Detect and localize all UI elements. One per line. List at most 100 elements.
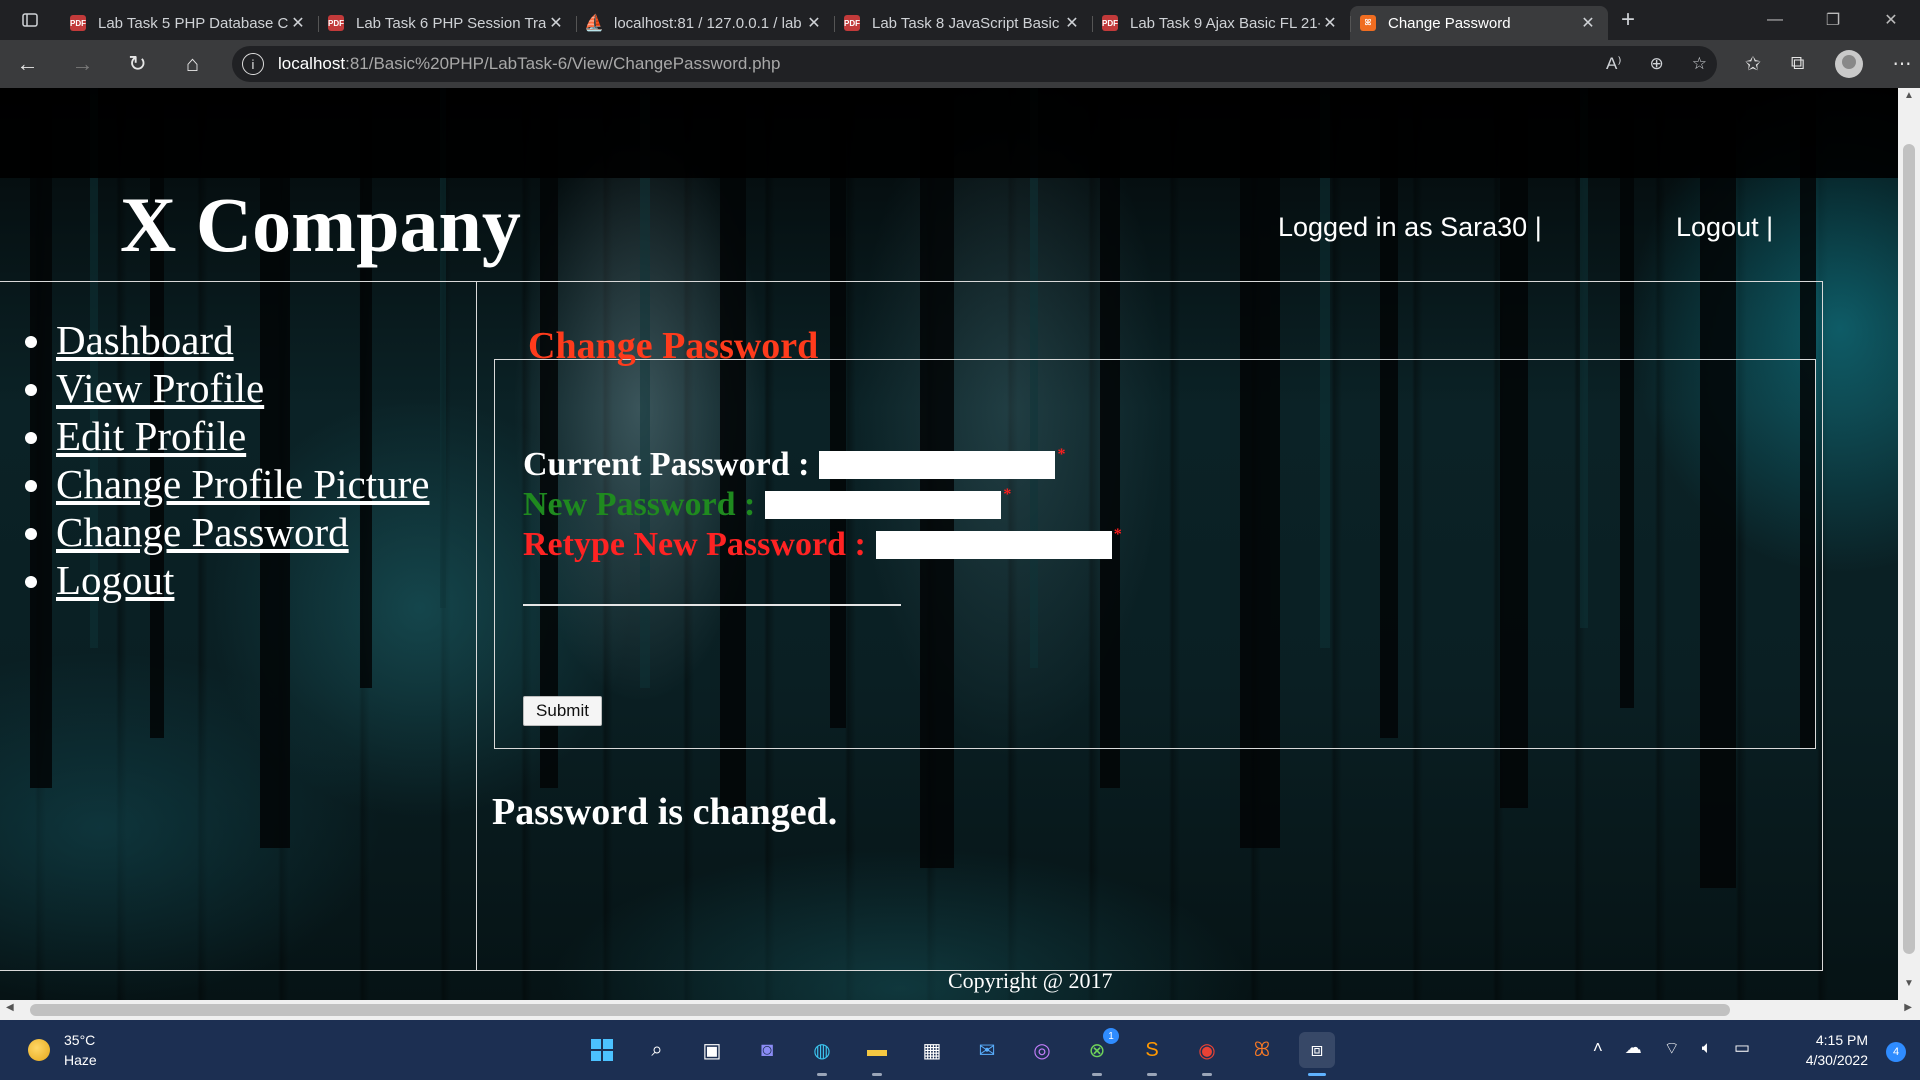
sidebar-link[interactable]: Change Password <box>56 509 349 555</box>
home-button[interactable]: ⌂ <box>165 40 220 88</box>
minimize-button[interactable]: — <box>1746 0 1804 40</box>
xbox-button[interactable]: ⊗ 1 <box>1079 1028 1119 1076</box>
favorites-icon[interactable]: ✩ <box>1745 53 1761 76</box>
browser-tab[interactable]: ⛵ localhost:81 / 127.0.0.1 / lab ✕ <box>576 6 834 40</box>
read-aloud-icon[interactable]: A⁾ <box>1606 54 1622 74</box>
sidebar-link[interactable]: Edit Profile <box>56 413 246 459</box>
profile-avatar[interactable] <box>1834 50 1863 78</box>
layout-border <box>1822 281 1823 971</box>
new-tab-button[interactable]: + <box>1608 0 1648 40</box>
sidebar-link[interactable]: Dashboard <box>56 317 234 363</box>
browser-tab-active[interactable]: ꕤ Change Password ✕ <box>1350 6 1608 40</box>
file-explorer-button[interactable]: ▬ <box>859 1032 895 1076</box>
info-icon[interactable]: i <box>242 53 264 75</box>
mail-button[interactable]: ✉ <box>969 1032 1005 1068</box>
browser-tab[interactable]: PDF Lab Task 5 PHP Database Co ✕ <box>60 6 318 40</box>
tab-actions-button[interactable] <box>0 0 60 40</box>
add-favorite-icon[interactable]: ☆ <box>1692 54 1707 74</box>
arrow-left-icon: ← <box>16 51 39 76</box>
submit-button[interactable]: Submit <box>523 696 602 726</box>
retype-password-label: Retype New Password : <box>523 526 866 563</box>
app-button[interactable]: ◎ <box>1024 1032 1060 1068</box>
close-icon[interactable]: ✕ <box>1062 13 1082 33</box>
current-password-row: Current Password : * <box>523 446 1065 484</box>
browser-tab[interactable]: PDF Lab Task 6 PHP Session Trac ✕ <box>318 6 576 40</box>
task-view-button[interactable]: ▣ <box>694 1032 730 1068</box>
scrollbar-thumb[interactable] <box>1903 144 1915 954</box>
required-marker: * <box>1113 526 1122 543</box>
taskbar-apps: ⌕ ▣ ◙ ◍ ▬ ▦ ✉ ◎ ⊗ 1 S ◉ ꕤ ⧈ <box>584 1028 1335 1076</box>
remote-app-button[interactable]: ⧈ <box>1299 1032 1335 1076</box>
store-button[interactable]: ▦ <box>914 1032 950 1068</box>
weather-temp: 35°C <box>64 1032 96 1048</box>
browser-toolbar: ✩ ⧉ ⋯ <box>1745 50 1912 78</box>
login-status: Logged in as Sara30 | <box>1278 212 1542 242</box>
taskbar-clock[interactable]: 4:15 PM 4/30/2022 <box>1806 1030 1868 1070</box>
sidebar-item-change-profile-picture: Change Profile Picture <box>56 460 429 508</box>
weather-widget[interactable]: 35°C Haze <box>28 1030 97 1070</box>
close-icon[interactable]: ✕ <box>804 13 824 33</box>
sun-haze-icon <box>28 1039 50 1061</box>
xampp-button[interactable]: ꕤ <box>1244 1032 1280 1068</box>
sidebar-link[interactable]: View Profile <box>56 365 264 411</box>
home-icon: ⌂ <box>185 51 200 76</box>
arrow-right-icon: → <box>71 51 94 76</box>
back-button[interactable]: ← <box>0 40 55 88</box>
scroll-up-icon[interactable]: ▲ <box>1898 90 1920 110</box>
header-logout-link[interactable]: Logout | <box>1676 212 1773 243</box>
battery-icon[interactable]: ▭ <box>1734 1038 1750 1059</box>
restore-button[interactable]: ❐ <box>1804 0 1862 40</box>
chevron-up-icon[interactable]: ˄ <box>1593 1038 1603 1059</box>
search-button[interactable]: ⌕ <box>639 1032 675 1068</box>
scrollbar-thumb[interactable] <box>30 1004 1730 1016</box>
edge-icon: ◍ <box>813 1039 831 1062</box>
sidebar-menu: Dashboard View Profile Edit Profile Chan… <box>24 316 429 604</box>
clock-date: 4/30/2022 <box>1805 1052 1868 1068</box>
forward-button[interactable]: → <box>55 40 110 88</box>
edge-button[interactable]: ◍ <box>804 1032 840 1076</box>
system-tray: ˄ ☁ ⌔ 🔈︎ ▭ <box>1593 1038 1750 1059</box>
tab-title: Lab Task 9 Ajax Basic FL 21- <box>1130 14 1320 32</box>
refresh-button[interactable]: ↻ <box>110 40 165 88</box>
folder-icon: ▬ <box>867 1038 887 1061</box>
vertical-scrollbar[interactable]: ▲ ▼ <box>1898 88 1920 1000</box>
sidebar-link[interactable]: Logout <box>56 557 174 603</box>
sublime-button[interactable]: S <box>1134 1032 1170 1076</box>
chrome-icon: ◉ <box>1198 1039 1216 1062</box>
url-field[interactable]: i localhost:81/Basic%20PHP/LabTask-6/Vie… <box>232 46 1717 82</box>
close-icon: ✕ <box>1884 12 1898 29</box>
restore-icon: ❐ <box>1825 12 1841 29</box>
scroll-right-icon[interactable]: ▶ <box>1904 1002 1912 1013</box>
close-icon[interactable]: ✕ <box>1578 13 1598 33</box>
onedrive-icon[interactable]: ☁ <box>1625 1038 1642 1059</box>
more-menu-icon[interactable]: ⋯ <box>1893 53 1912 76</box>
chrome-button[interactable]: ◉ <box>1189 1032 1225 1076</box>
volume-icon[interactable]: 🔈︎ <box>1702 1038 1712 1059</box>
form-legend: Change Password <box>528 325 819 367</box>
collections-icon[interactable]: ⧉ <box>1791 53 1805 75</box>
close-icon[interactable]: ✕ <box>288 13 308 33</box>
scroll-down-icon[interactable]: ▼ <box>1898 978 1920 998</box>
horizontal-scrollbar[interactable]: ◀ ▶ <box>0 1000 1920 1020</box>
close-icon[interactable]: ✕ <box>1320 13 1340 33</box>
close-icon[interactable]: ✕ <box>546 13 566 33</box>
sidebar-item-change-password: Change Password <box>56 508 429 556</box>
zoom-icon[interactable]: ⊕ <box>1650 54 1664 74</box>
sublime-icon: S <box>1145 1038 1159 1061</box>
retype-password-input[interactable] <box>875 531 1112 559</box>
scroll-left-icon[interactable]: ◀ <box>6 1002 14 1013</box>
current-password-input[interactable] <box>819 451 1056 479</box>
xampp-icon: ꕤ <box>1360 15 1376 31</box>
mail-icon: ✉ <box>978 1039 996 1062</box>
pdf-icon: PDF <box>70 15 86 31</box>
new-password-input[interactable] <box>765 491 1002 519</box>
browser-tab[interactable]: PDF Lab Task 9 Ajax Basic FL 21- ✕ <box>1092 6 1350 40</box>
browser-tab[interactable]: PDF Lab Task 8 JavaScript Basic S ✕ <box>834 6 1092 40</box>
sidebar-link[interactable]: Change Profile Picture <box>56 461 429 507</box>
form-divider <box>523 604 901 606</box>
wifi-icon[interactable]: ⌔ <box>1664 1038 1680 1059</box>
close-window-button[interactable]: ✕ <box>1862 0 1920 40</box>
start-button[interactable] <box>584 1032 620 1068</box>
teams-chat-button[interactable]: ◙ <box>749 1032 785 1068</box>
notification-badge[interactable]: 4 <box>1886 1042 1906 1062</box>
